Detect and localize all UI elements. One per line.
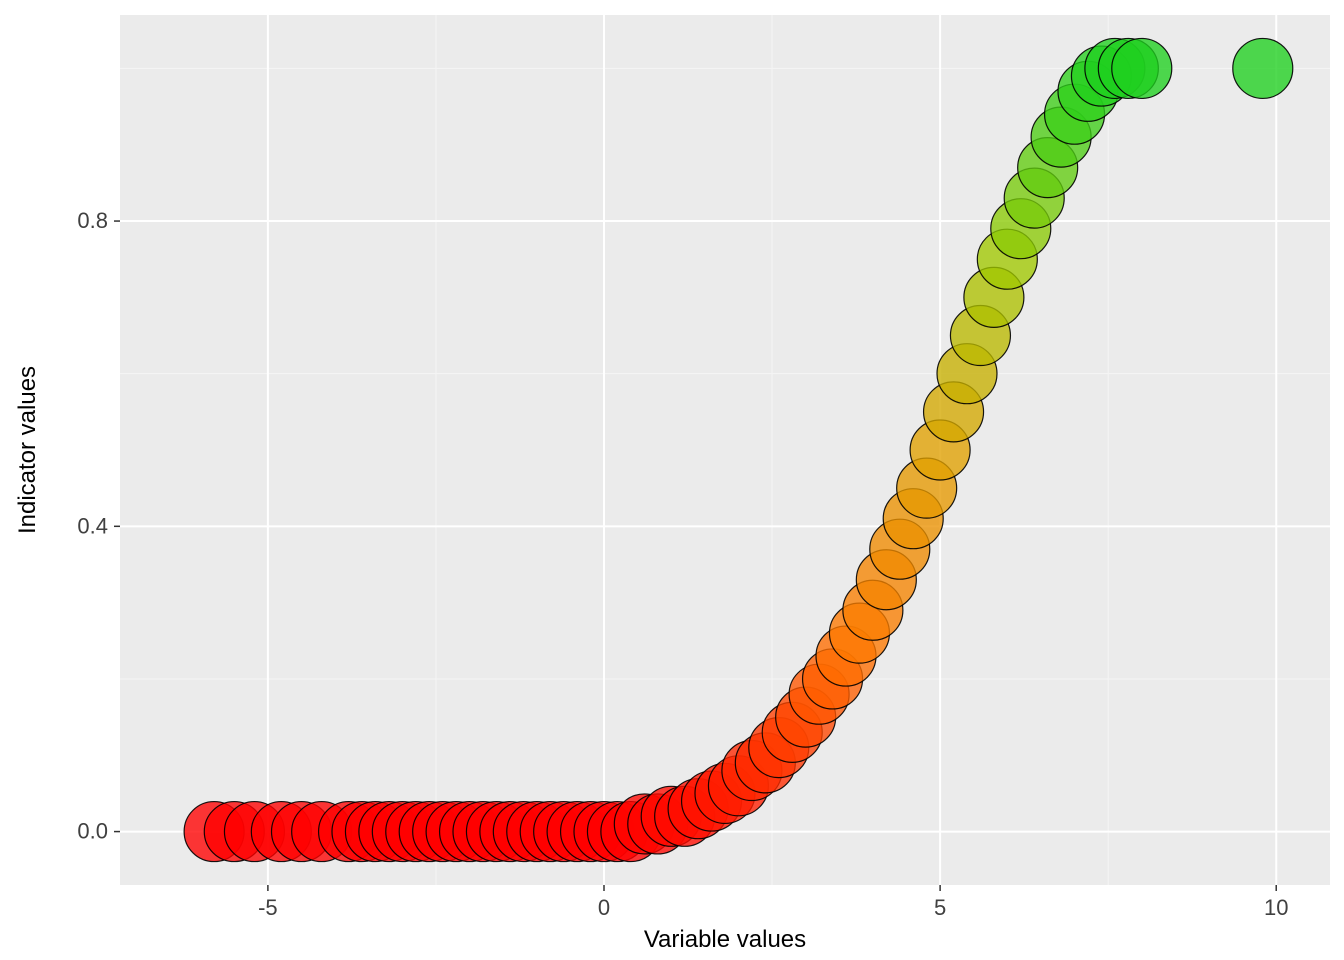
y-tick-label: 0.4 <box>77 513 108 538</box>
x-axis-label: Variable values <box>644 926 806 953</box>
chart-container: -5 0 5 10 0.0 0.4 0.8 Variable values Indicator … <box>0 0 1344 960</box>
y-tick-label: 0.8 <box>77 208 108 233</box>
x-tick-label: -5 <box>258 895 278 920</box>
data-point <box>1112 38 1172 98</box>
y-axis-label: Indicator values <box>14 366 41 534</box>
x-tick-label: 10 <box>1264 895 1288 920</box>
plot-panel <box>120 15 1330 885</box>
chart-svg: -5 0 5 10 0.0 0.4 0.8 Variable values Indicator … <box>0 0 1344 960</box>
x-tick-label: 5 <box>934 895 946 920</box>
data-point <box>1233 38 1293 98</box>
x-tick-label: 0 <box>598 895 610 920</box>
y-tick-label: 0.0 <box>77 819 108 844</box>
